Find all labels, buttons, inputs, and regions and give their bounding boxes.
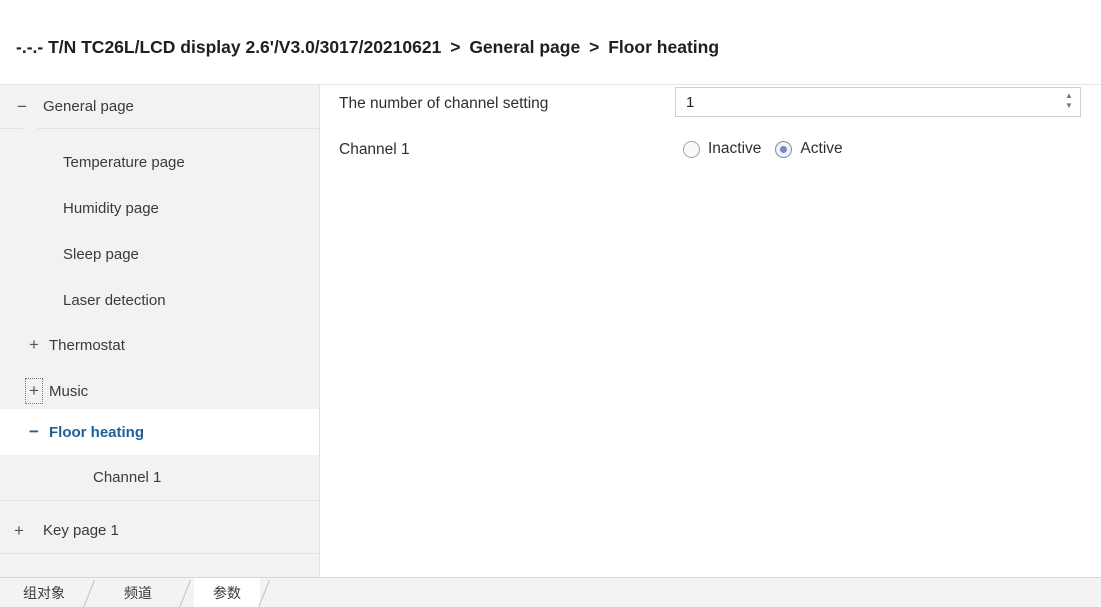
- sidebar-item-label: Music: [49, 382, 89, 400]
- breadcrumb-separator: >: [589, 37, 600, 57]
- sidebar-item-label: General page: [43, 98, 134, 115]
- sidebar-item-label: Channel 1: [93, 469, 162, 486]
- minus-icon[interactable]: −: [27, 422, 41, 442]
- breadcrumb: -.-.- T/N TC26L/LCD display 2.6'/V3.0/30…: [16, 37, 719, 58]
- tab-channels[interactable]: 频道: [98, 578, 178, 607]
- sidebar-item-label: Thermostat: [49, 336, 125, 354]
- header: -.-.- T/N TC26L/LCD display 2.6'/V3.0/30…: [0, 0, 1101, 85]
- channel-1-radio-group: Inactive Active: [683, 137, 857, 161]
- sidebar-item-music[interactable]: + Music: [0, 369, 319, 413]
- down-arrow-icon[interactable]: ▼: [1064, 101, 1074, 111]
- breadcrumb-general-page[interactable]: General page: [469, 37, 580, 57]
- up-arrow-icon[interactable]: ▲: [1064, 91, 1074, 101]
- sidebar-item-channel-1[interactable]: Channel 1: [0, 455, 319, 501]
- sidebar-item-label: Sleep page: [63, 245, 139, 263]
- radio-circle[interactable]: [775, 140, 793, 158]
- channel-count-label: The number of channel setting: [339, 95, 549, 112]
- sidebar-item-laser-detection[interactable]: Laser detection: [0, 278, 319, 322]
- inactive-radio[interactable]: Inactive: [683, 140, 761, 158]
- breadcrumb-device[interactable]: -.-.- T/N TC26L/LCD display 2.6'/V3.0/30…: [16, 37, 441, 57]
- inactive-radio-label: Inactive: [708, 140, 762, 157]
- sidebar-item-temperature-page[interactable]: Temperature page: [0, 140, 319, 184]
- breadcrumb-floor-heating: Floor heating: [608, 37, 720, 57]
- sidebar-item-label: Key page 1: [43, 522, 119, 539]
- sidebar-item-humidity-page[interactable]: Humidity page: [0, 186, 319, 230]
- spin-arrows[interactable]: ▲ ▼: [1064, 91, 1074, 113]
- active-radio[interactable]: Active: [775, 140, 843, 158]
- sidebar-item-general-page[interactable]: − General page: [0, 85, 319, 129]
- sidebar-item-thermostat[interactable]: + Thermostat: [0, 323, 319, 367]
- tab-parameters[interactable]: 参数: [194, 578, 260, 607]
- tab-group-objects[interactable]: 组对象: [6, 578, 82, 607]
- tab-label: 频道: [124, 586, 152, 602]
- sidebar-item-floor-heating[interactable]: − Floor heating: [0, 409, 319, 455]
- tab-divider: [81, 580, 96, 607]
- bottom-tab-bar: 组对象 频道 参数: [0, 577, 1101, 607]
- plus-icon[interactable]: +: [12, 521, 26, 541]
- minus-icon[interactable]: −: [15, 97, 29, 117]
- radio-circle[interactable]: [683, 140, 700, 158]
- sidebar-item-key-page-1[interactable]: + Key page 1: [0, 508, 319, 554]
- sidebar-item-label: Humidity page: [63, 199, 159, 217]
- sidebar-item-sleep-page[interactable]: Sleep page: [0, 232, 319, 276]
- tab-divider: [177, 580, 192, 607]
- sidebar-item-label: Temperature page: [63, 153, 185, 171]
- tab-label: 参数: [213, 586, 241, 602]
- active-radio-label: Active: [800, 140, 843, 157]
- plus-icon[interactable]: +: [27, 381, 41, 401]
- tab-label: 组对象: [23, 586, 65, 602]
- channel-count-value[interactable]: 1: [686, 94, 694, 111]
- breadcrumb-separator: >: [450, 37, 461, 57]
- parameter-panel: The number of channel setting 1 ▲ ▼ Chan…: [321, 85, 1101, 577]
- plus-icon[interactable]: +: [27, 335, 41, 355]
- sidebar-item-label: Floor heating: [49, 423, 144, 441]
- sidebar-item-label: Laser detection: [63, 291, 166, 309]
- notch: [22, 128, 38, 135]
- sidebar: − General page Temperature page Humidity…: [0, 85, 320, 577]
- channel-count-stepper[interactable]: 1 ▲ ▼: [675, 87, 1081, 117]
- channel-1-label: Channel 1: [339, 141, 410, 158]
